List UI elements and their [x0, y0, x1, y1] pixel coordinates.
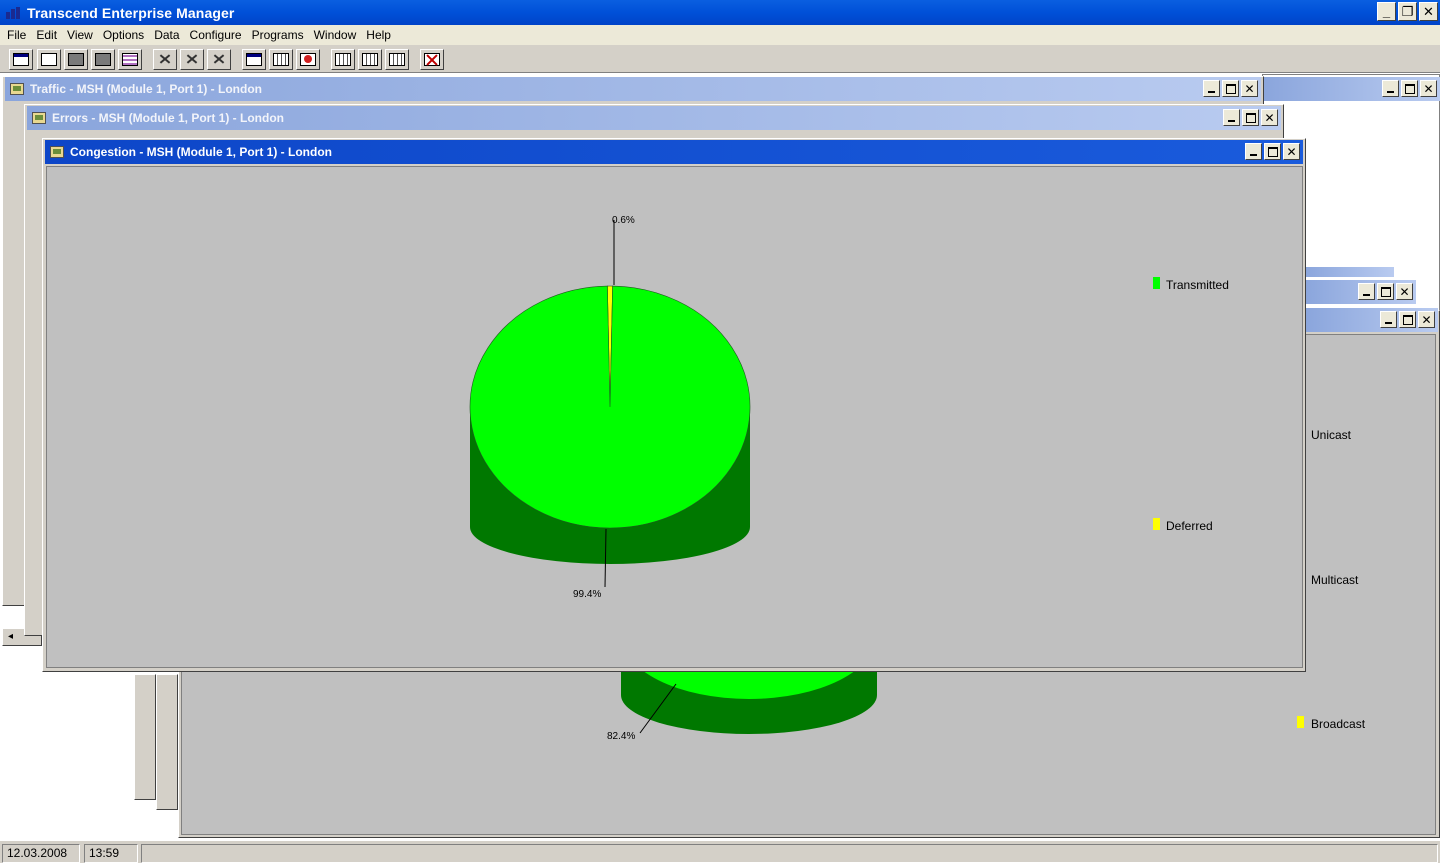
menu-configure[interactable]: Configure [185, 28, 247, 42]
menu-programs[interactable]: Programs [247, 28, 309, 42]
legend-multicast-label: Multicast [1311, 573, 1359, 587]
minimize-icon[interactable] [1358, 283, 1375, 300]
background-window-titlebar: ✕ [1262, 77, 1440, 101]
close-icon[interactable]: ✕ [1418, 311, 1435, 328]
copy-icon[interactable] [37, 49, 61, 70]
legend-unicast-label: Unicast [1311, 428, 1352, 442]
menu-view[interactable]: View [62, 28, 98, 42]
minimize-icon[interactable] [1203, 80, 1220, 97]
grid-icon[interactable] [269, 49, 293, 70]
legend-transmitted-swatch [1153, 277, 1160, 289]
maximize-icon[interactable] [1377, 283, 1394, 300]
close-icon[interactable]: ✕ [1419, 2, 1438, 21]
menu-data[interactable]: Data [149, 28, 184, 42]
congestion-pie-chart [469, 220, 751, 588]
pie-top [469, 285, 751, 529]
app-logo-icon [6, 6, 20, 19]
link-icon[interactable] [242, 49, 266, 70]
legend-deferred-label: Deferred [1166, 519, 1213, 533]
background-chart-window-titlebar: ✕ [1304, 308, 1438, 332]
maximize-icon[interactable] [1399, 311, 1416, 328]
menu-bar: File Edit View Options Data Configure Pr… [0, 25, 1440, 45]
window-app-icon [32, 112, 46, 124]
toolbar [0, 45, 1440, 73]
menu-file[interactable]: File [2, 28, 31, 42]
congestion-window-titlebar[interactable]: Congestion - MSH (Module 1, Port 1) - Lo… [45, 140, 1303, 164]
errors-window-title: Errors - MSH (Module 1, Port 1) - London [52, 111, 284, 125]
minimize-icon[interactable] [1245, 143, 1262, 160]
status-date: 12.03.2008 [2, 844, 80, 863]
legend-broadcast-swatch [1297, 716, 1304, 728]
close-icon[interactable]: ✕ [1261, 109, 1278, 126]
export-icon[interactable] [64, 49, 88, 70]
window-icon[interactable] [9, 49, 33, 70]
window-app-icon [50, 146, 64, 158]
status-message [141, 844, 1438, 863]
legend-deferred-swatch [1153, 518, 1160, 530]
traffic-window-title: Traffic - MSH (Module 1, Port 1) - Londo… [30, 82, 262, 96]
traffic-window-titlebar[interactable]: Traffic - MSH (Module 1, Port 1) - Londo… [5, 77, 1261, 101]
menu-options[interactable]: Options [98, 28, 149, 42]
data-label-transmitted: 99.4% [573, 589, 602, 600]
app-title-bar: Transcend Enterprise Manager _ ❐ ✕ [0, 0, 1440, 25]
background-window-titlebar-3: ✕ [1304, 280, 1416, 304]
stop-icon[interactable] [420, 49, 444, 70]
scroll-left-arrow-icon[interactable]: ◂ [8, 631, 13, 642]
keyboard-icon[interactable] [385, 49, 409, 70]
legend-transmitted-label: Transmitted [1166, 278, 1229, 292]
left-panel-frame-2 [156, 674, 178, 810]
data-label-deferred: 0.6% [612, 215, 635, 226]
maximize-icon[interactable] [1264, 143, 1281, 160]
table2-icon[interactable] [358, 49, 382, 70]
data-label-82-4: 82.4% [607, 731, 636, 742]
menu-edit[interactable]: Edit [31, 28, 62, 42]
menu-help[interactable]: Help [361, 28, 396, 42]
maximize-icon[interactable] [1242, 109, 1259, 126]
minimize-icon[interactable]: _ [1377, 2, 1396, 21]
tools-check-icon[interactable] [207, 49, 231, 70]
table-icon[interactable] [331, 49, 355, 70]
congestion-window-title: Congestion - MSH (Module 1, Port 1) - Lo… [70, 145, 332, 159]
app-title: Transcend Enterprise Manager [27, 4, 235, 21]
maximize-icon[interactable] [1401, 80, 1418, 97]
minimize-icon[interactable] [1223, 109, 1240, 126]
maximize-icon[interactable] [1222, 80, 1239, 97]
mdi-workspace: ✕ ✕ ✕ 82.4% Unicast Multicast Broadcast [0, 74, 1440, 840]
status-time: 13:59 [84, 844, 138, 863]
restore-icon[interactable]: ❐ [1398, 2, 1417, 21]
window-app-icon [10, 83, 24, 95]
menu-window[interactable]: Window [309, 28, 362, 42]
minimize-icon[interactable] [1382, 80, 1399, 97]
close-icon[interactable]: ✕ [1420, 80, 1437, 97]
close-icon[interactable]: ✕ [1283, 143, 1300, 160]
close-icon[interactable]: ✕ [1241, 80, 1258, 97]
alarm-icon[interactable] [296, 49, 320, 70]
status-bar: 12.03.2008 13:59 [0, 840, 1440, 863]
errors-window-titlebar[interactable]: Errors - MSH (Module 1, Port 1) - London… [27, 106, 1281, 130]
background-window-titlebar-2 [1304, 267, 1394, 277]
left-panel-frame [134, 674, 156, 800]
tools-x-icon[interactable] [180, 49, 204, 70]
close-icon[interactable]: ✕ [1396, 283, 1413, 300]
minimize-icon[interactable] [1380, 311, 1397, 328]
print-icon[interactable] [118, 49, 142, 70]
app-window-controls: _ ❐ ✕ [1377, 2, 1438, 21]
tools-icon[interactable] [153, 49, 177, 70]
legend-broadcast-label: Broadcast [1311, 717, 1366, 731]
congestion-chart-area: 0.6% 99.4% Transmitted Deferred [46, 166, 1303, 668]
add-node-icon[interactable] [91, 49, 115, 70]
